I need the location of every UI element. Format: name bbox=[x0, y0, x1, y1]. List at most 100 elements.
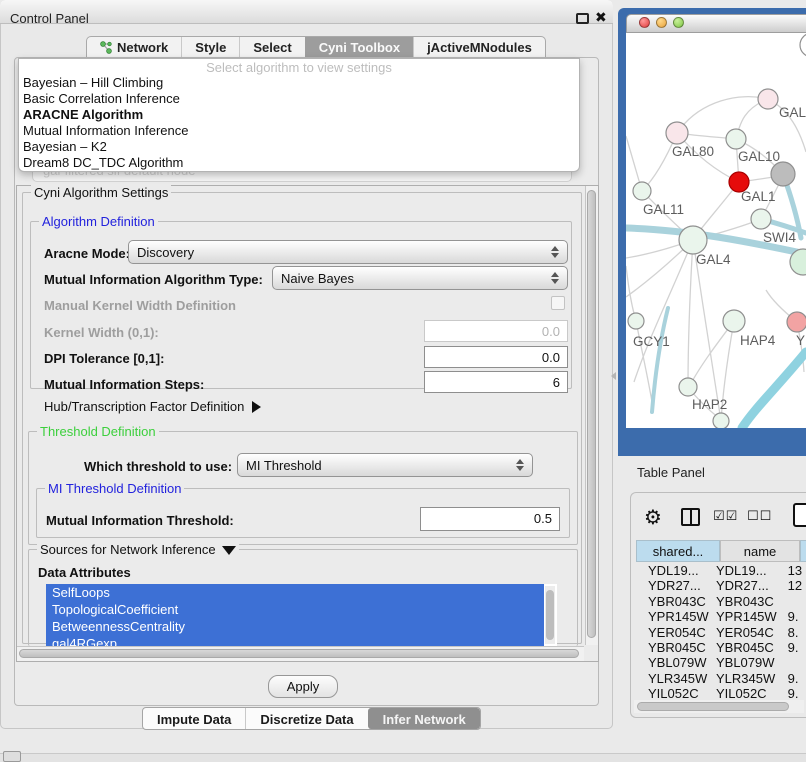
control-panel-titlebar bbox=[0, 0, 613, 24]
data-attributes-list: SelfLoops TopologicalCoefficient Between… bbox=[46, 584, 557, 646]
aracne-mode-label: Aracne Mode: bbox=[44, 246, 130, 261]
mi-algorithm-type-combo[interactable]: Naive Bayes bbox=[272, 266, 568, 290]
table-row[interactable]: YBR043CYBR043C bbox=[636, 594, 806, 609]
tab-impute-data[interactable]: Impute Data bbox=[143, 708, 245, 729]
attributes-list-scrollbar-thumb[interactable] bbox=[546, 590, 554, 640]
settings-horizontal-scrollbar-thumb[interactable] bbox=[19, 649, 579, 658]
network-graph[interactable]: GAL GAL80 GAL10 GAL1 GAL11 SWI4 GAL4 GCY… bbox=[626, 33, 806, 428]
bottom-status-strip bbox=[0, 753, 806, 762]
table-row[interactable]: YPR145WYPR145W9. bbox=[636, 609, 806, 624]
node-hap2[interactable] bbox=[679, 378, 697, 396]
hub-section-toggle[interactable]: Hub/Transcription Factor Definition bbox=[44, 399, 261, 414]
node-gal4[interactable] bbox=[679, 226, 707, 254]
control-panel-tabs: Network Style Select Cyni Toolbox jActiv… bbox=[86, 36, 546, 58]
node-label: Y bbox=[796, 333, 805, 348]
table-body: YDL19...YDL19...13 YDR27...YDR27...12 YB… bbox=[636, 563, 806, 700]
node-label: GAL10 bbox=[738, 149, 780, 164]
algorithm-option[interactable]: Dream8 DC_TDC Algorithm bbox=[19, 155, 579, 171]
network-icon bbox=[100, 41, 112, 54]
algorithm-option[interactable]: Bayesian – Hill Climbing bbox=[19, 75, 579, 91]
apply-button[interactable]: Apply bbox=[268, 675, 338, 698]
gear-icon[interactable]: ⚙ bbox=[644, 505, 662, 530]
manual-kernel-width-label: Manual Kernel Width Definition bbox=[44, 298, 236, 313]
node-gal-pink[interactable] bbox=[758, 89, 778, 109]
mi-threshold-field[interactable]: 0.5 bbox=[420, 507, 560, 531]
mi-steps-field[interactable]: 6 bbox=[424, 371, 568, 393]
table-horizontal-scrollbar-thumb[interactable] bbox=[637, 702, 789, 711]
deselect-all-checkboxes-icon[interactable]: ☐☐ bbox=[747, 508, 772, 524]
tab-jactivemnodules[interactable]: jActiveMNodules bbox=[413, 37, 545, 58]
table-row[interactable]: YBL079WYBL079W bbox=[636, 655, 806, 670]
manual-kernel-width-checkbox[interactable] bbox=[551, 296, 565, 310]
spinner-arrows-icon bbox=[551, 246, 559, 258]
control-panel-title: Control Panel bbox=[10, 11, 89, 26]
close-icon[interactable]: ✖ bbox=[595, 9, 607, 26]
table-row[interactable]: YDR27...YDR27...12 bbox=[636, 578, 806, 593]
attribute-item-selected[interactable]: TopologicalCoefficient bbox=[46, 601, 544, 618]
tab-network-label: Network bbox=[117, 40, 168, 55]
table-row[interactable]: YDL19...YDL19...13 bbox=[636, 563, 806, 578]
tab-discretize-data[interactable]: Discretize Data bbox=[245, 708, 367, 729]
table-panel-title: Table Panel bbox=[637, 465, 705, 480]
algorithm-option-selected[interactable]: ARACNE Algorithm bbox=[19, 107, 579, 123]
cyni-algorithm-settings-title: Cyni Algorithm Settings bbox=[31, 185, 171, 200]
column-header-name[interactable]: name bbox=[720, 540, 800, 562]
tab-select[interactable]: Select bbox=[239, 37, 304, 58]
node-label: GAL1 bbox=[741, 189, 776, 204]
which-threshold-label: Which threshold to use: bbox=[84, 459, 232, 474]
which-threshold-combo[interactable]: MI Threshold bbox=[237, 453, 533, 477]
tab-style[interactable]: Style bbox=[181, 37, 239, 58]
tab-cyni-toolbox[interactable]: Cyni Toolbox bbox=[305, 37, 413, 58]
node-bottom[interactable] bbox=[713, 413, 729, 428]
node-gray[interactable] bbox=[771, 162, 795, 186]
node-swi4[interactable] bbox=[751, 209, 771, 229]
algorithm-option[interactable]: Bayesian – K2 bbox=[19, 139, 579, 155]
table-row[interactable]: YLR345WYLR345W9. bbox=[636, 671, 806, 686]
column-header-shared-name[interactable]: shared... bbox=[636, 540, 720, 562]
mi-threshold-label: Mutual Information Threshold: bbox=[46, 513, 234, 528]
node-label: GAL80 bbox=[672, 144, 714, 159]
table-row[interactable]: YIL052CYIL052C9. bbox=[636, 686, 806, 700]
attribute-item-selected[interactable]: SelfLoops bbox=[46, 584, 544, 601]
node-gal10[interactable] bbox=[726, 129, 746, 149]
algorithm-dropdown-popup: Select algorithm to view settings Bayesi… bbox=[18, 58, 580, 172]
network-window-titlebar[interactable] bbox=[626, 14, 806, 33]
columns-icon[interactable] bbox=[681, 508, 700, 526]
settings-vertical-scrollbar-thumb[interactable] bbox=[587, 190, 596, 638]
kernel-width-label: Kernel Width (0,1): bbox=[44, 325, 159, 340]
node-partial[interactable] bbox=[800, 33, 806, 57]
kernel-width-field[interactable]: 0.0 bbox=[424, 320, 568, 342]
algorithm-dropdown-prompt: Select algorithm to view settings bbox=[19, 60, 579, 75]
attribute-item-selected[interactable]: BetweennessCentrality bbox=[46, 618, 544, 635]
algorithm-option[interactable]: Mutual Information Inference bbox=[19, 123, 579, 139]
select-all-checkboxes-icon[interactable]: ☑☑ bbox=[713, 508, 738, 524]
algorithm-definition-title: Algorithm Definition bbox=[39, 214, 158, 229]
attribute-item-selected[interactable]: gal4RGexp bbox=[46, 635, 544, 646]
node-label: SWI4 bbox=[763, 230, 796, 245]
table-row[interactable]: YBR045CYBR045C9. bbox=[636, 640, 806, 655]
node-label: GAL11 bbox=[643, 202, 684, 217]
tab-network[interactable]: Network bbox=[87, 37, 181, 58]
node-label: HAP4 bbox=[740, 333, 776, 348]
node-gcy1[interactable] bbox=[628, 313, 644, 329]
split-pane-handle[interactable] bbox=[611, 372, 616, 380]
node-gal80[interactable] bbox=[666, 122, 688, 144]
tab-infer-network[interactable]: Infer Network bbox=[368, 708, 480, 729]
column-header-partial[interactable] bbox=[800, 540, 806, 562]
aracne-mode-combo[interactable]: Discovery bbox=[128, 240, 568, 264]
collapsed-panel-button[interactable] bbox=[3, 751, 21, 762]
mac-close-icon[interactable] bbox=[639, 17, 650, 28]
float-window-icon[interactable] bbox=[576, 13, 589, 24]
mac-zoom-icon[interactable] bbox=[673, 17, 684, 28]
expand-right-icon bbox=[252, 401, 261, 413]
node-salmon[interactable] bbox=[787, 312, 806, 332]
export-table-icon[interactable] bbox=[793, 503, 806, 527]
node-gal11[interactable] bbox=[633, 182, 651, 200]
node-hap4[interactable] bbox=[723, 310, 745, 332]
sources-group-title[interactable]: Sources for Network Inference bbox=[37, 542, 239, 557]
node-label: GAL4 bbox=[696, 252, 731, 267]
mac-minimize-icon[interactable] bbox=[656, 17, 667, 28]
dpi-tolerance-field[interactable]: 0.0 bbox=[424, 346, 568, 368]
table-row[interactable]: YER054CYER054C8. bbox=[636, 625, 806, 640]
algorithm-option[interactable]: Basic Correlation Inference bbox=[19, 91, 579, 107]
